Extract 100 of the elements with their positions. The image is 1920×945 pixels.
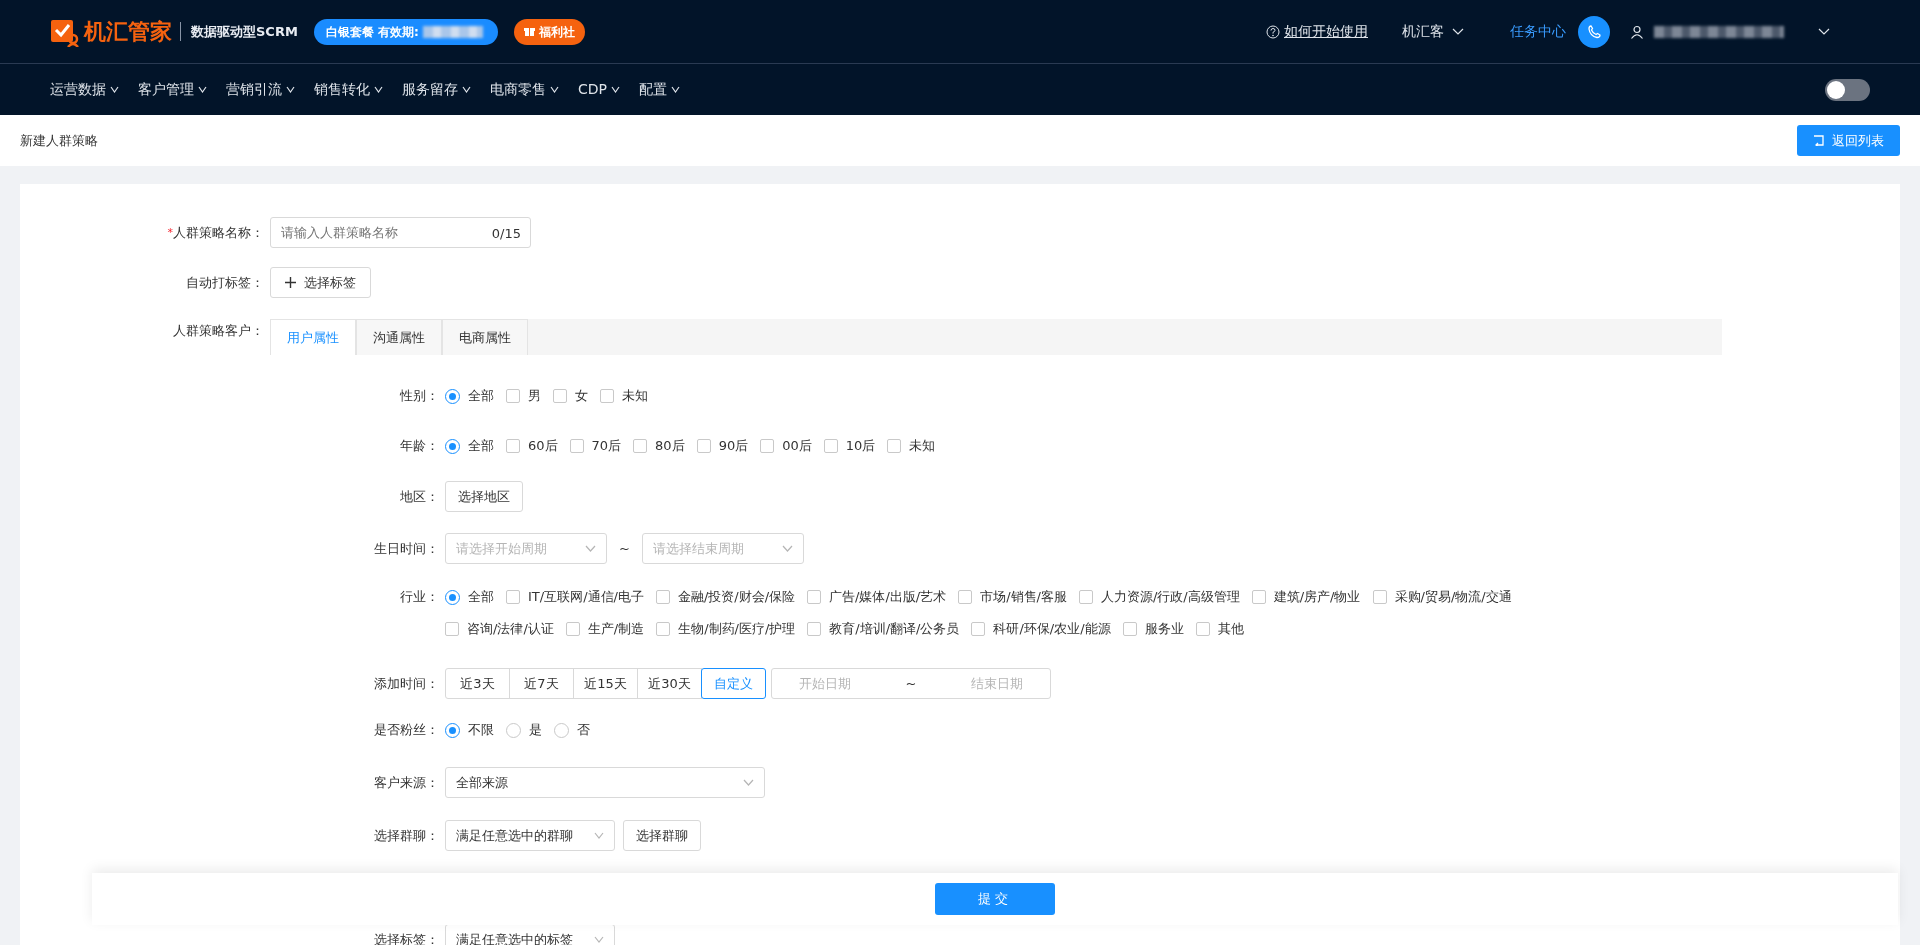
segment-button[interactable]: 近15天 (573, 668, 638, 699)
field-label: 行业： (400, 589, 439, 604)
logo-text: 机汇管家 (84, 18, 172, 46)
chevron-down-icon (594, 832, 604, 839)
option-label: 不限 (468, 721, 494, 740)
select-field[interactable]: 全部来源 (445, 767, 765, 798)
option-label: 人力资源/行政/高级管理 (1100, 588, 1240, 607)
checkbox[interactable] (506, 389, 520, 403)
option-label: 全部 (468, 437, 494, 456)
character-counter: 0/15 (491, 225, 521, 243)
field-label: 客户来源： (374, 775, 439, 790)
option-label: IT/互联网/通信/电子 (528, 588, 644, 607)
field-label: 自动打标签： (185, 274, 265, 292)
select-field[interactable]: 满足任意选中的群聊 (445, 820, 615, 851)
blurred-mask (422, 25, 483, 38)
nav-menu-item[interactable]: CDP (578, 79, 620, 100)
checkbox[interactable] (600, 389, 614, 403)
segment-button[interactable]: 近3天 (445, 668, 510, 699)
nav-menu-item[interactable]: 服务留存 (402, 79, 471, 100)
checkbox[interactable] (1122, 622, 1137, 636)
tagline: 数据驱动型SCRM (180, 21, 298, 42)
select-region-button[interactable]: 选择地区 (445, 481, 523, 512)
checkbox[interactable] (506, 590, 520, 604)
checkbox[interactable] (958, 590, 973, 604)
checkbox[interactable] (823, 439, 838, 453)
chevron-down-icon (611, 86, 620, 93)
chevron-down-icon (550, 86, 559, 93)
checkbox[interactable] (971, 622, 986, 636)
field-label: 年龄： (400, 438, 439, 453)
checkbox[interactable] (1251, 590, 1266, 604)
option-label: 咨询/法律/认证 (467, 620, 554, 639)
field-label: 选择群聊： (374, 828, 439, 843)
chevron-down-icon (594, 936, 604, 943)
option-label: 广告/媒体/出版/艺术 (829, 588, 947, 607)
phone-icon[interactable] (1578, 15, 1610, 48)
radio-button[interactable] (554, 722, 569, 738)
checkbox[interactable] (1372, 590, 1387, 604)
checkbox[interactable] (887, 439, 902, 453)
nav-menu-item[interactable]: 客户管理 (138, 79, 207, 100)
date-range-field[interactable]: 开始日期 ~ 结束日期 (771, 668, 1051, 699)
field-label: 性别： (400, 388, 439, 403)
select-tag-button[interactable]: 选择标签 (270, 267, 371, 298)
checkbox[interactable] (807, 622, 822, 636)
checkbox[interactable] (760, 439, 775, 453)
nav-menu-item[interactable]: 配置 (639, 79, 680, 100)
checkbox[interactable] (506, 439, 520, 453)
chevron-down-icon (743, 779, 754, 786)
checkbox[interactable] (445, 622, 459, 636)
checkbox[interactable] (696, 439, 711, 453)
nav-menu-item[interactable]: 电商零售 (490, 79, 559, 100)
chevron-down-icon (286, 86, 295, 93)
radio-button[interactable] (445, 589, 460, 605)
tab[interactable]: 电商属性 (442, 319, 528, 355)
option-label: 60后 (528, 437, 558, 456)
required-mark: * (167, 226, 173, 239)
checkbox[interactable] (656, 622, 671, 636)
checkbox[interactable] (1195, 622, 1210, 636)
nav-menu-item[interactable]: 营销引流 (226, 79, 295, 100)
checkbox[interactable] (569, 439, 584, 453)
tab[interactable]: 沟通属性 (356, 319, 442, 355)
checkbox[interactable] (807, 590, 822, 604)
gift-icon (523, 26, 535, 37)
checkbox[interactable] (553, 389, 567, 403)
option-label: 男 (528, 387, 541, 406)
option-label: 否 (577, 721, 590, 740)
checkbox[interactable] (1078, 590, 1093, 604)
chevron-down-icon (462, 86, 471, 93)
radio-button[interactable] (445, 438, 460, 454)
chevron-down-icon (374, 86, 383, 93)
radio-button[interactable] (445, 388, 460, 404)
option-label: 生产/制造 (587, 620, 645, 639)
option-label: 生物/制药/医疗/护理 (678, 620, 796, 639)
option-label: 未知 (909, 437, 936, 456)
field-label: 人群策略名称： (173, 225, 264, 240)
toggle-switch[interactable] (1825, 78, 1870, 101)
segment-button[interactable]: 近7天 (509, 668, 574, 699)
option-label: 是 (529, 721, 542, 740)
field-label: 选择标签： (374, 932, 439, 945)
checkbox[interactable] (565, 622, 580, 636)
chevron-down-icon (1452, 28, 1464, 35)
select-field[interactable]: 满足任意选中的标签 (445, 924, 615, 945)
radio-button[interactable] (445, 722, 460, 738)
option-label: 建筑/房产/物业 (1273, 588, 1361, 607)
org-menu[interactable]: 机汇客 (1402, 21, 1444, 42)
nav-menu-item[interactable]: 销售转化 (314, 79, 383, 100)
field-label: 是否粉丝： (374, 722, 439, 737)
help-link[interactable]: 如何开始使用 (1284, 21, 1368, 42)
option-label: 市场/销售/客服 (980, 588, 1067, 607)
option-label: 金融/投资/财会/保险 (677, 588, 796, 607)
field-label: 添加时间： (374, 676, 439, 691)
option-label: 科研/环保/农业/能源 (993, 620, 1111, 639)
option-label: 90后 (718, 437, 749, 456)
radio-button[interactable] (506, 722, 521, 738)
nav-menu-item[interactable]: 运营数据 (50, 79, 119, 100)
task-center-link[interactable]: 任务中心 (1510, 21, 1566, 42)
segment-button[interactable]: 近30天 (637, 668, 702, 699)
checkbox[interactable] (633, 439, 648, 453)
select-group-button[interactable]: 选择群聊 (623, 820, 701, 851)
checkbox[interactable] (655, 590, 670, 604)
option-label: 采购/贸易/物流/交通 (1394, 588, 1512, 607)
